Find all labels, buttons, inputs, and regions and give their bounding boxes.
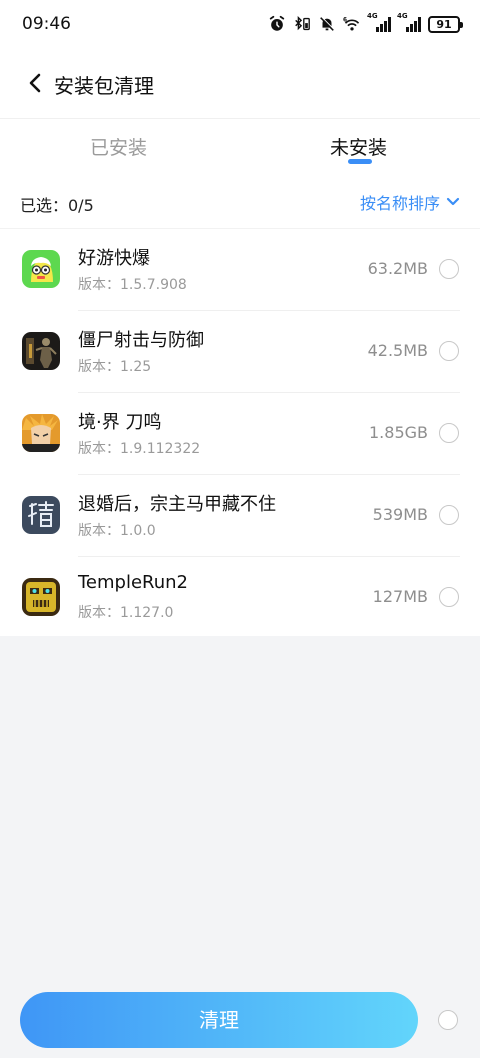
signal-icon-1: 4G (367, 12, 391, 32)
app-size: 63.2MB (367, 259, 428, 278)
back-button[interactable] (20, 68, 50, 98)
list-item[interactable]: TempleRun2 版本：1.127.0 127MB (0, 557, 480, 639)
temple-run-icon (22, 578, 60, 616)
page-title: 安装包清理 (54, 74, 154, 98)
app-name: 僵尸射击与防御 (78, 330, 204, 351)
select-radio[interactable] (439, 341, 459, 361)
hun-character-icon (22, 496, 60, 534)
select-radio[interactable] (439, 259, 459, 279)
status-bar: 09:46 6 4G 4G 91 (0, 0, 480, 48)
app-version: 版本：1.25 (78, 359, 152, 375)
select-all-radio[interactable] (438, 1010, 458, 1030)
chevron-left-icon (29, 73, 41, 93)
app-version: 版本：1.5.7.908 (78, 277, 187, 293)
app-name: 境·界 刀鸣 (78, 412, 162, 433)
sort-by-name-button[interactable]: 按名称排序 (360, 190, 460, 214)
app-name: 好游快爆 (78, 248, 150, 269)
list-item[interactable]: 退婚后，宗主马甲藏不住 版本：1.0.0 539MB (0, 475, 480, 557)
sort-label: 按名称排序 (359, 194, 440, 213)
list-item[interactable]: 僵尸射击与防御 版本：1.25 42.5MB (0, 311, 480, 393)
status-icons: 6 4G 4G 91 (268, 12, 463, 34)
app-size: 127MB (372, 587, 428, 606)
bleach-icon (22, 414, 60, 452)
app-name: 退婚后，宗主马甲藏不住 (78, 494, 276, 515)
app-name: TempleRun2 (78, 572, 189, 593)
clean-button[interactable]: 清理 (20, 992, 418, 1048)
app-size: 539MB (372, 505, 428, 524)
app-version: 版本：1.127.0 (78, 605, 174, 621)
select-radio[interactable] (439, 587, 459, 607)
header: 安装包清理 (0, 58, 480, 108)
list-item[interactable]: 境·界 刀鸣 版本：1.9.112322 1.85GB (0, 393, 480, 475)
battery-indicator: 91 (428, 15, 463, 33)
alarm-icon (269, 15, 285, 31)
select-radio[interactable] (439, 423, 459, 443)
signal-icon-2: 4G (397, 12, 421, 32)
signal-label-1: 4G (367, 12, 378, 20)
tab-installed[interactable]: 已安装 (90, 133, 147, 160)
app-version: 版本：1.9.112322 (78, 441, 201, 457)
chevron-down-icon (446, 197, 460, 206)
tab-bar: 已安装 未安装 (0, 118, 480, 174)
mute-bell-icon (320, 16, 335, 31)
list-item[interactable]: 好游快爆 版本：1.5.7.908 63.2MB (0, 229, 480, 311)
zombie-shooter-icon (22, 332, 60, 370)
selection-bar: 已选：0/5 按名称排序 (0, 180, 480, 224)
selected-count: 已选：0/5 (20, 196, 94, 215)
app-size: 1.85GB (369, 423, 428, 442)
app-version: 版本：1.0.0 (78, 523, 156, 539)
active-tab-indicator (348, 159, 372, 164)
app-list: 好游快爆 版本：1.5.7.908 63.2MB 僵尸射击与防御 版本：1.25… (0, 228, 480, 639)
app-size: 42.5MB (367, 341, 428, 360)
tab-uninstalled[interactable]: 未安装 (330, 133, 387, 160)
status-time: 09:46 (22, 14, 71, 34)
bluetooth-battery-icon (295, 15, 310, 31)
signal-label-2: 4G (397, 12, 408, 20)
haoyou-kuaibao-icon (22, 250, 60, 288)
select-radio[interactable] (439, 505, 459, 525)
wifi-icon: 6 (343, 18, 360, 31)
